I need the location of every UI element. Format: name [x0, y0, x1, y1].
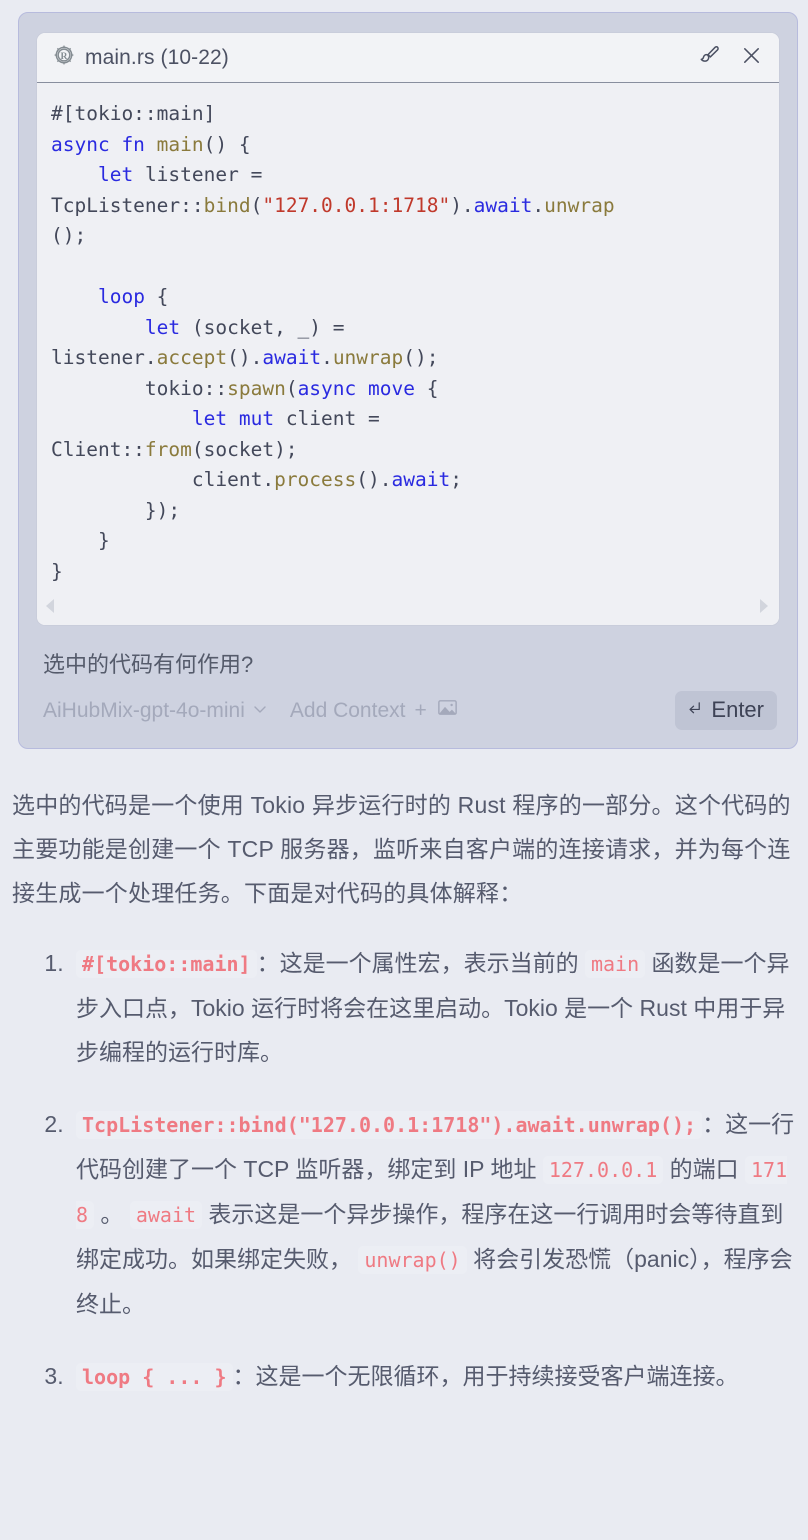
- code-token: (socket, _) =: [180, 315, 345, 339]
- code-token: ().: [356, 468, 392, 491]
- chevron-right-icon[interactable]: [757, 598, 769, 619]
- chevron-down-icon: [252, 699, 268, 723]
- inline-code: loop { ... }: [76, 1363, 233, 1391]
- code-token: "127.0.0.1:1718": [262, 193, 451, 217]
- inline-code: TcpListener::bind("127.0.0.1:1718").awai…: [76, 1111, 703, 1139]
- code-reference-card: R main.rs (10-22) #[tokio::main] async f…: [37, 33, 779, 625]
- answer-text: ：这是一个属性宏，表示当前的: [256, 950, 585, 976]
- answer-text: ：这是一个无限循环，用于持续接受客户端连接。: [232, 1363, 739, 1389]
- code-token: loop: [97, 285, 145, 308]
- code-card-header: R main.rs (10-22): [37, 33, 779, 83]
- code-token: #[tokio::main]: [51, 102, 216, 125]
- code-horizontal-scrollbar[interactable]: [37, 591, 779, 625]
- code-snippet[interactable]: #[tokio::main] async fn main() { let lis…: [51, 99, 765, 587]
- code-token: {: [414, 376, 439, 400]
- add-context-label: Add Context: [289, 698, 406, 722]
- chevron-left-icon[interactable]: [45, 598, 57, 619]
- inline-code: #[tokio::main]: [76, 950, 257, 978]
- enter-button-label: Enter: [711, 697, 764, 722]
- code-token: () {: [203, 132, 251, 156]
- code-token: ;: [450, 468, 462, 491]
- code-token: {: [144, 285, 169, 308]
- code-token: ();: [51, 224, 87, 247]
- code-token: main: [156, 132, 204, 156]
- code-token: accept: [156, 346, 228, 369]
- image-icon[interactable]: [436, 696, 459, 725]
- code-token: });: [51, 498, 181, 522]
- code-token: unwrap: [332, 346, 404, 369]
- code-token: tokio::: [51, 376, 228, 400]
- answer-numbered-list: #[tokio::main]：这是一个属性宏，表示当前的 main 函数是一个异…: [12, 941, 798, 1399]
- code-token: await: [262, 346, 322, 369]
- code-token: .: [532, 193, 545, 217]
- model-selector-dropdown[interactable]: AiHubMix-gpt-4o-mini: [43, 699, 268, 723]
- answer-list-item: TcpListener::bind("127.0.0.1:1718").awai…: [70, 1102, 798, 1326]
- code-token: (socket);: [191, 437, 298, 461]
- code-token: Client::: [51, 437, 145, 461]
- code-token: client =: [274, 407, 380, 430]
- code-token: process: [274, 468, 357, 491]
- answer-list-item: #[tokio::main]：这是一个属性宏，表示当前的 main 函数是一个异…: [70, 941, 798, 1074]
- prompt-input[interactable]: 选中的代码有何作用?: [37, 625, 779, 685]
- answer-text: 。: [94, 1201, 130, 1227]
- code-token: }: [51, 559, 63, 583]
- inline-code: await: [129, 1201, 203, 1229]
- code-body: #[tokio::main] async fn main() { let lis…: [37, 83, 779, 591]
- code-token: client.: [51, 468, 275, 491]
- code-token: await: [391, 468, 451, 491]
- enter-send-button[interactable]: Enter: [675, 691, 777, 730]
- svg-text:R: R: [61, 51, 69, 62]
- code-token: ().: [227, 346, 263, 369]
- answer-list-item: loop { ... }：这是一个无限循环，用于持续接受客户端连接。: [70, 1354, 798, 1399]
- code-token: spawn: [227, 376, 286, 400]
- model-selector-label: AiHubMix-gpt-4o-mini: [43, 698, 245, 722]
- code-token: ();: [403, 346, 439, 369]
- code-card-actions: [698, 43, 763, 72]
- code-token: from: [144, 437, 192, 461]
- composer-toolbar: AiHubMix-gpt-4o-mini Add Context + Enter: [37, 685, 779, 748]
- code-token: }: [51, 529, 110, 552]
- plus-icon: +: [414, 698, 427, 722]
- inline-code: unwrap(): [358, 1246, 467, 1274]
- code-file-title: main.rs (10-22): [85, 45, 229, 69]
- add-context-button[interactable]: Add Context +: [290, 696, 459, 725]
- answer-intro-paragraph: 选中的代码是一个使用 Tokio 异步运行时的 Rust 程序的一部分。这个代码…: [12, 792, 791, 906]
- code-token: listener =: [133, 163, 263, 186]
- code-token: bind: [203, 193, 251, 217]
- code-token: (: [250, 193, 263, 217]
- code-token: .: [321, 346, 333, 369]
- code-token: await: [473, 193, 533, 217]
- code-token: let: [97, 163, 134, 186]
- code-token: TcpListener::: [51, 193, 204, 217]
- code-token: (: [285, 376, 298, 400]
- inline-code: 127.0.0.1: [542, 1156, 664, 1184]
- paintbrush-icon[interactable]: [698, 43, 722, 72]
- code-token: ).: [450, 193, 474, 217]
- assistant-answer: 选中的代码是一个使用 Tokio 异步运行时的 Rust 程序的一部分。这个代码…: [0, 749, 808, 1437]
- code-token: let: [144, 315, 181, 339]
- code-token: unwrap: [544, 193, 615, 217]
- rust-icon: R: [53, 44, 75, 71]
- code-token: let mut: [191, 407, 275, 430]
- code-token: async move: [297, 376, 415, 400]
- return-key-icon: [686, 697, 703, 723]
- code-token: listener.: [51, 346, 157, 369]
- close-icon[interactable]: [740, 44, 763, 72]
- code-token: async fn: [51, 132, 157, 156]
- answer-text: 的端口: [663, 1156, 746, 1182]
- inline-code: main: [584, 950, 646, 978]
- chat-composer-panel: R main.rs (10-22) #[tokio::main] async f…: [18, 12, 798, 749]
